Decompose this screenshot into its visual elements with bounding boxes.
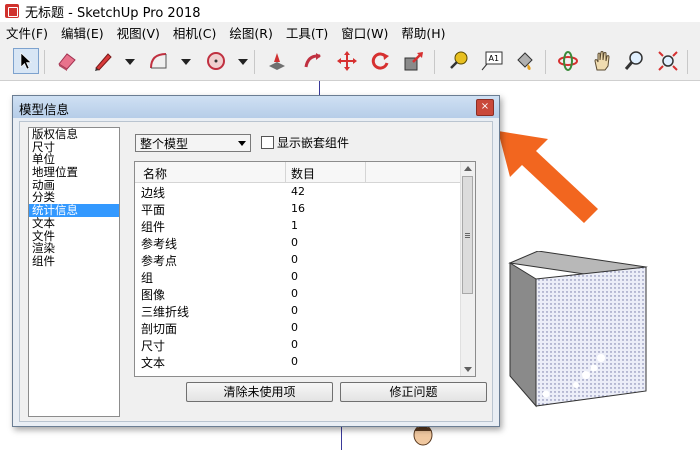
window-title: 无标题 - SketchUp Pro 2018	[25, 5, 201, 21]
select-icon[interactable]	[13, 48, 39, 74]
table-row: 剖切面 0	[135, 319, 461, 336]
menu-window[interactable]: 窗口(W)	[335, 23, 395, 42]
text-icon[interactable]: A1	[479, 48, 505, 74]
menu-edit[interactable]: 编辑(E)	[55, 23, 111, 42]
row-name: 参考线	[141, 237, 178, 251]
cube-model[interactable]	[506, 251, 656, 411]
scope-select-value: 整个模型	[140, 137, 189, 151]
rotate-icon[interactable]	[367, 48, 393, 74]
scale-icon[interactable]	[401, 48, 427, 74]
row-count: 16	[291, 202, 305, 215]
dialog-title: 模型信息	[19, 102, 70, 117]
tape-measure-icon[interactable]	[445, 48, 471, 74]
table-row: 图像 0	[135, 285, 461, 302]
table-scrollbar[interactable]	[460, 162, 475, 376]
orbit-icon[interactable]	[555, 48, 581, 74]
menu-file[interactable]: 文件(F)	[0, 23, 55, 42]
table-row: 参考线 0	[135, 234, 461, 251]
row-count: 0	[291, 321, 298, 334]
scope-select[interactable]: 整个模型	[135, 134, 251, 152]
menu-view[interactable]: 视图(V)	[111, 23, 167, 42]
dialog-body: 版权信息 尺寸 单位 地理位置 动画 分类 统计信息 文本 文件 渲染 组件 整个模型 显示嵌套组件…	[19, 121, 493, 422]
menu-tools[interactable]: 工具(T)	[280, 23, 335, 42]
purge-unused-button[interactable]: 清除未使用项	[186, 382, 333, 402]
menu-camera[interactable]: 相机(C)	[167, 23, 223, 42]
row-count: 0	[291, 287, 298, 300]
dialog-titlebar[interactable]: 模型信息 ×	[13, 96, 499, 118]
table-row: 文本 0	[135, 353, 461, 370]
category-item[interactable]: 文本	[29, 217, 119, 230]
table-header: 名称 数目	[135, 162, 461, 183]
row-name: 三维折线	[141, 305, 190, 319]
row-count: 42	[291, 185, 305, 198]
row-count: 0	[291, 236, 298, 249]
header-count[interactable]: 数目	[291, 165, 315, 182]
row-name: 参考点	[141, 254, 178, 268]
circle-icon[interactable]	[203, 48, 229, 74]
show-nested-label: 显示嵌套组件	[277, 136, 350, 150]
row-count: 1	[291, 219, 298, 232]
sketchup-app-icon	[5, 4, 19, 18]
header-name[interactable]: 名称	[143, 165, 167, 182]
row-name: 图像	[141, 288, 166, 302]
row-count: 0	[291, 338, 298, 351]
chevron-down-icon	[238, 141, 246, 146]
statistics-table: 名称 数目 边线 42 平面 16 组件 1 参考线 0 参考点 0 组 0 图像 0 三维折线 0 剖切面 0 尺…	[134, 161, 476, 377]
category-item[interactable]: 地理位置	[29, 166, 119, 179]
row-name: 文本	[141, 356, 166, 370]
arc-icon[interactable]	[145, 48, 171, 74]
row-name: 组件	[141, 220, 166, 234]
row-name: 组	[141, 271, 154, 285]
row-name: 尺寸	[141, 339, 166, 353]
zoom-icon[interactable]	[621, 48, 647, 74]
row-name: 平面	[141, 203, 166, 217]
show-nested-checkbox[interactable]	[261, 136, 274, 149]
row-name: 剖切面	[141, 322, 178, 336]
table-row: 平面 16	[135, 200, 461, 217]
row-name: 边线	[141, 186, 166, 200]
menu-help[interactable]: 帮助(H)	[395, 23, 452, 42]
category-item[interactable]: 统计信息	[29, 204, 119, 217]
pan-icon[interactable]	[589, 48, 615, 74]
follow-me-icon[interactable]	[300, 48, 326, 74]
row-count: 0	[291, 270, 298, 283]
main-toolbar: A1	[0, 42, 700, 81]
menu-bar: 文件(F) 编辑(E) 视图(V) 相机(C) 绘图(R) 工具(T) 窗口(W…	[0, 22, 700, 42]
row-count: 0	[291, 355, 298, 368]
category-item[interactable]: 版权信息	[29, 128, 119, 141]
window-titlebar: 无标题 - SketchUp Pro 2018	[0, 0, 700, 23]
zoom-extents-icon[interactable]	[655, 48, 681, 74]
category-list[interactable]: 版权信息 尺寸 单位 地理位置 动画 分类 统计信息 文本 文件 渲染 组件	[28, 127, 120, 417]
scroll-up-icon[interactable]	[464, 166, 472, 171]
category-item[interactable]: 组件	[29, 255, 119, 268]
category-item[interactable]: 渲染	[29, 242, 119, 255]
scrollbar-thumb[interactable]	[462, 176, 473, 294]
table-row: 三维折线 0	[135, 302, 461, 319]
table-row: 组件 1	[135, 217, 461, 234]
move-icon[interactable]	[334, 48, 360, 74]
pencil-icon[interactable]	[90, 48, 116, 74]
scroll-down-icon[interactable]	[464, 367, 472, 372]
menu-draw[interactable]: 绘图(R)	[223, 23, 279, 42]
close-icon[interactable]: ×	[476, 99, 494, 116]
table-row: 边线 42	[135, 183, 461, 200]
model-info-dialog: 模型信息 × 版权信息 尺寸 单位 地理位置 动画 分类 统计信息 文本 文件 渲染 组件 整个模型…	[12, 95, 500, 427]
annotation-arrow-icon	[498, 131, 598, 223]
fix-problems-button[interactable]: 修正问题	[340, 382, 487, 402]
eraser-icon[interactable]	[54, 48, 80, 74]
table-row: 尺寸 0	[135, 336, 461, 353]
paint-bucket-icon[interactable]	[512, 48, 538, 74]
table-row: 参考点 0	[135, 251, 461, 268]
row-count: 0	[291, 304, 298, 317]
push-pull-icon[interactable]	[264, 48, 290, 74]
table-row: 组0	[135, 268, 461, 285]
row-count: 0	[291, 253, 298, 266]
svg-text:A1: A1	[489, 54, 500, 63]
